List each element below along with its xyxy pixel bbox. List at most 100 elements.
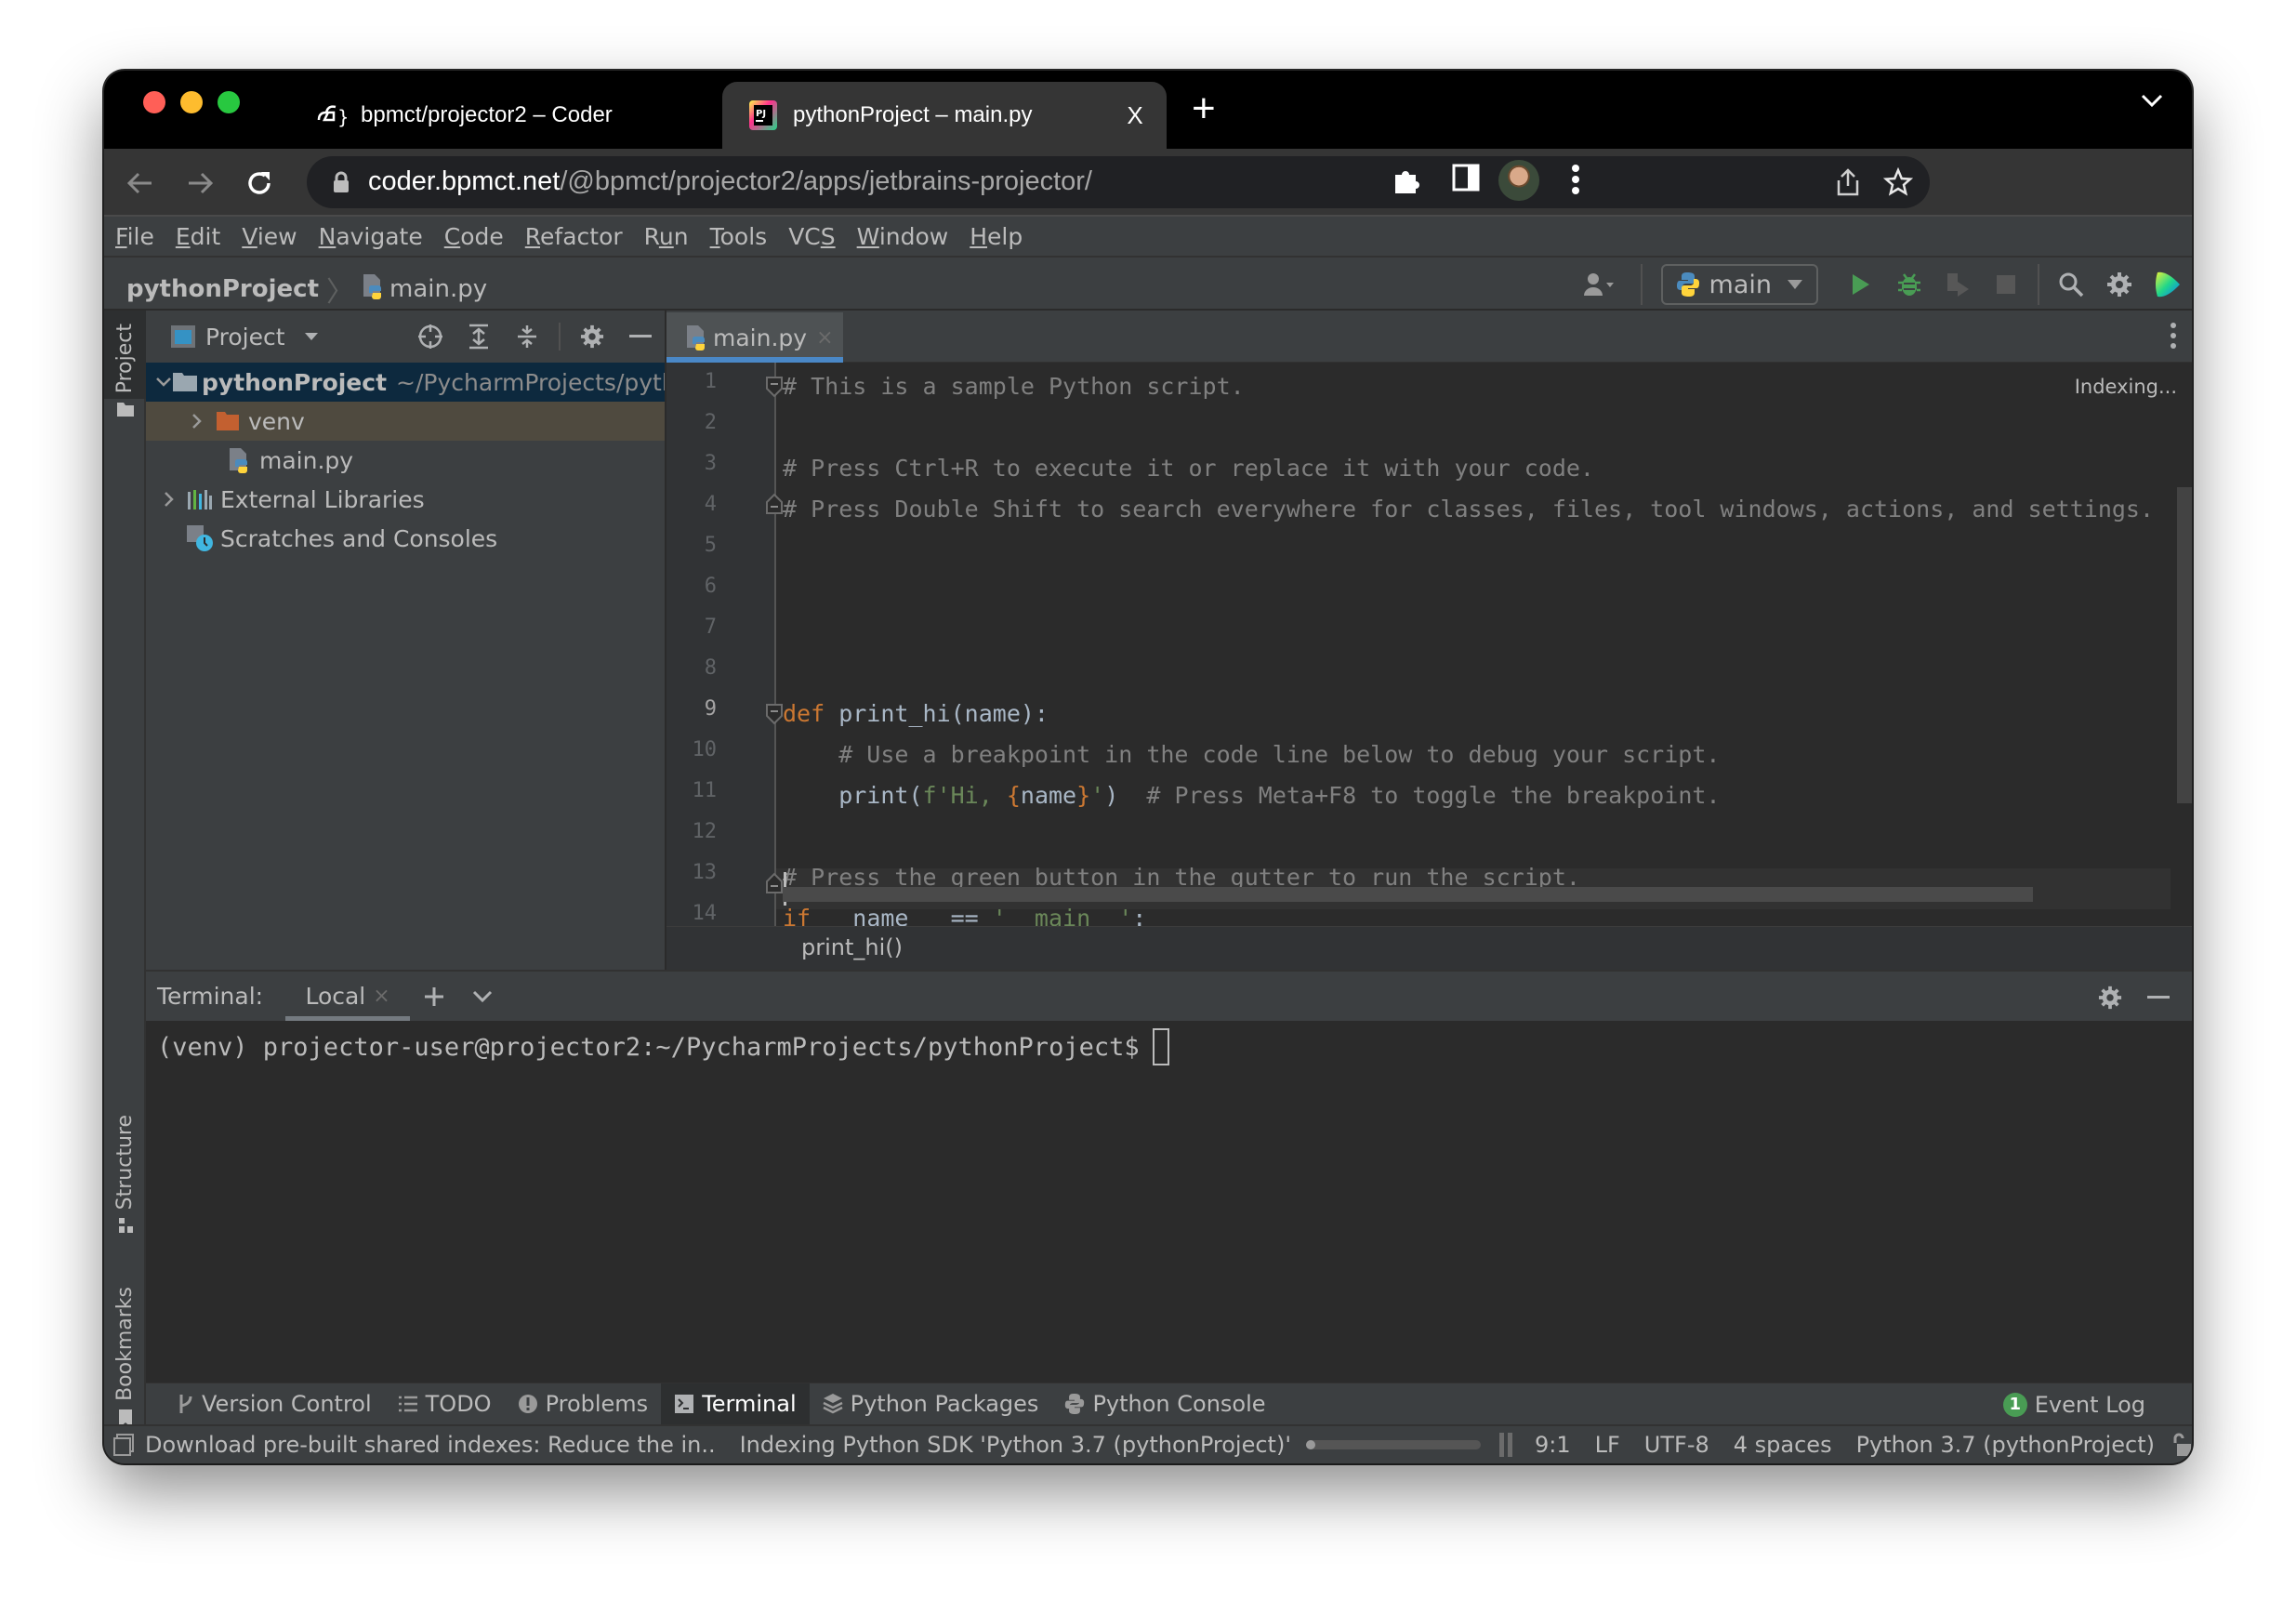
- bookmark-star-icon[interactable]: [1882, 166, 1914, 201]
- pause-indexing-button[interactable]: [1499, 1433, 1512, 1457]
- tool-window-python-packages[interactable]: Python Packages: [810, 1383, 1052, 1425]
- chevron-down-icon[interactable]: [155, 377, 172, 388]
- breadcrumb-file[interactable]: main.py: [389, 275, 487, 303]
- tree-item-main-py[interactable]: main.py: [146, 441, 665, 480]
- unlock-icon[interactable]: [2171, 1433, 2192, 1457]
- stop-icon[interactable]: [1982, 264, 2030, 305]
- extensions-puzzle-icon[interactable]: [1392, 164, 1423, 199]
- tab-search-chevron-icon[interactable]: [2140, 91, 2164, 113]
- line-number[interactable]: 7: [705, 615, 717, 639]
- settings-gear-icon[interactable]: [568, 316, 616, 357]
- hide-panel-minus-icon[interactable]: [616, 316, 665, 357]
- browser-tab-pycharm[interactable]: PJ pythonProject – main.py X: [722, 82, 1167, 149]
- menu-view[interactable]: View: [242, 223, 297, 250]
- line-separator[interactable]: LF: [1595, 1432, 1620, 1458]
- code-area[interactable]: # This is a sample Python script. # Pres…: [783, 363, 2177, 926]
- terminal-body[interactable]: (venv) projector-user@projector2:~/Pycha…: [146, 1021, 2192, 1383]
- fold-end-marker-icon[interactable]: [765, 872, 784, 894]
- tool-window-problems[interactable]: Problems: [505, 1383, 662, 1425]
- chevron-right-icon[interactable]: [155, 491, 183, 508]
- expand-all-icon[interactable]: [455, 316, 503, 357]
- code-with-me-icon[interactable]: [2144, 264, 2192, 305]
- line-number[interactable]: 1: [705, 370, 717, 393]
- tree-item-venv[interactable]: venv: [146, 402, 665, 441]
- line-number[interactable]: 11: [693, 779, 718, 802]
- line-number[interactable]: 14: [693, 902, 718, 925]
- tool-window-terminal[interactable]: Terminal: [661, 1383, 810, 1425]
- close-tab-icon[interactable]: ×: [373, 985, 389, 1008]
- status-message[interactable]: Download pre-built shared indexes: Reduc…: [145, 1432, 716, 1458]
- minimize-window-button[interactable]: [180, 91, 203, 113]
- menu-edit[interactable]: Edit: [176, 223, 220, 250]
- new-terminal-plus-icon[interactable]: [410, 976, 458, 1017]
- tree-item-scratches[interactable]: Scratches and Consoles: [146, 519, 665, 558]
- lock-icon[interactable]: [333, 171, 350, 197]
- run-configuration-dropdown[interactable]: main: [1660, 264, 1818, 305]
- line-number[interactable]: 8: [705, 656, 717, 680]
- side-panel-icon[interactable]: [1452, 164, 1480, 195]
- reload-icon[interactable]: [242, 165, 277, 201]
- collaboration-user-icon[interactable]: [1568, 264, 1633, 305]
- tool-window-todo[interactable]: TODO: [385, 1383, 505, 1425]
- fold-end-marker-icon[interactable]: [765, 493, 784, 515]
- line-number-gutter[interactable]: 1 2 3 4 5 6 7 8 9 10 11 12 13 14: [666, 363, 776, 926]
- menu-file[interactable]: File: [115, 223, 154, 250]
- back-arrow-icon[interactable]: [123, 165, 158, 201]
- tool-window-python-console[interactable]: Python Console: [1051, 1383, 1278, 1425]
- profile-avatar[interactable]: [1498, 160, 1539, 201]
- editor-tabs-menu-kebab-icon[interactable]: [2170, 322, 2177, 353]
- editor-tab-main-py[interactable]: main.py ×: [666, 312, 843, 363]
- run-with-coverage-icon[interactable]: [1933, 264, 1982, 305]
- new-tab-button[interactable]: +: [1192, 86, 1216, 132]
- url-text[interactable]: coder.bpmct.net/@bpmct/projector2/apps/j…: [368, 166, 1092, 197]
- line-number[interactable]: 5: [705, 534, 717, 557]
- settings-gear-icon[interactable]: [2095, 264, 2144, 305]
- debug-bug-icon[interactable]: [1885, 264, 1933, 305]
- editor-vertical-scrollbar[interactable]: [2177, 487, 2192, 803]
- tool-window-version-control[interactable]: Version Control: [165, 1383, 385, 1425]
- address-bar[interactable]: coder.bpmct.net/@bpmct/projector2/apps/j…: [307, 156, 1930, 208]
- close-window-button[interactable]: [143, 91, 165, 113]
- line-number[interactable]: 9: [705, 697, 717, 721]
- fold-marker-icon[interactable]: [765, 703, 784, 725]
- menu-vcs[interactable]: VCS: [788, 223, 835, 250]
- line-number[interactable]: 6: [705, 575, 717, 598]
- event-log-button[interactable]: 1 Event Log: [2002, 1383, 2145, 1425]
- forward-arrow-icon[interactable]: [182, 165, 218, 201]
- menu-refactor[interactable]: Refactor: [525, 223, 623, 250]
- file-encoding[interactable]: UTF-8: [1644, 1432, 1709, 1458]
- line-number[interactable]: 12: [693, 820, 718, 843]
- close-tab-button[interactable]: X: [1116, 101, 1154, 130]
- menu-navigate[interactable]: Navigate: [319, 223, 423, 250]
- terminal-options-chevron-down-icon[interactable]: [458, 976, 507, 1017]
- background-task-label[interactable]: Indexing Python SDK 'Python 3.7 (pythonP…: [740, 1432, 1291, 1458]
- breadcrumb-project[interactable]: pythonProject: [126, 275, 319, 303]
- indent-setting[interactable]: 4 spaces: [1734, 1432, 1832, 1458]
- line-number[interactable]: 4: [705, 493, 717, 516]
- fold-marker-icon[interactable]: [765, 376, 784, 398]
- editor-horizontal-scrollbar[interactable]: [783, 887, 2033, 902]
- line-number[interactable]: 13: [693, 861, 718, 884]
- tool-tab-project[interactable]: Project: [104, 311, 146, 417]
- tool-tab-structure[interactable]: Structure: [104, 1115, 146, 1234]
- tree-item-pythonproject[interactable]: pythonProject ~/PycharmProjects/python: [146, 363, 665, 402]
- caret-position[interactable]: 9:1: [1535, 1432, 1571, 1458]
- maximize-window-button[interactable]: [218, 91, 240, 113]
- toggle-tool-windows-icon[interactable]: [113, 1434, 134, 1456]
- hide-panel-minus-icon[interactable]: [2134, 977, 2183, 1018]
- terminal-tab-local[interactable]: Local ×: [285, 971, 411, 1022]
- tree-item-external-libraries[interactable]: External Libraries: [146, 480, 665, 519]
- menu-run[interactable]: Run: [644, 223, 689, 250]
- settings-gear-icon[interactable]: [2086, 977, 2134, 1018]
- menu-help[interactable]: Help: [970, 223, 1023, 250]
- chevron-right-icon[interactable]: [183, 413, 211, 430]
- python-interpreter[interactable]: Python 3.7 (pythonProject): [1856, 1432, 2155, 1458]
- run-icon[interactable]: [1837, 264, 1885, 305]
- line-number[interactable]: 10: [693, 738, 718, 761]
- browser-menu-kebab-icon[interactable]: [1571, 164, 1580, 199]
- collapse-all-icon[interactable]: [503, 316, 551, 357]
- search-everywhere-icon[interactable]: [2047, 264, 2095, 305]
- menu-window[interactable]: Window: [857, 223, 949, 250]
- menu-tools[interactable]: Tools: [710, 223, 768, 250]
- select-opened-file-crosshair-icon[interactable]: [406, 316, 455, 357]
